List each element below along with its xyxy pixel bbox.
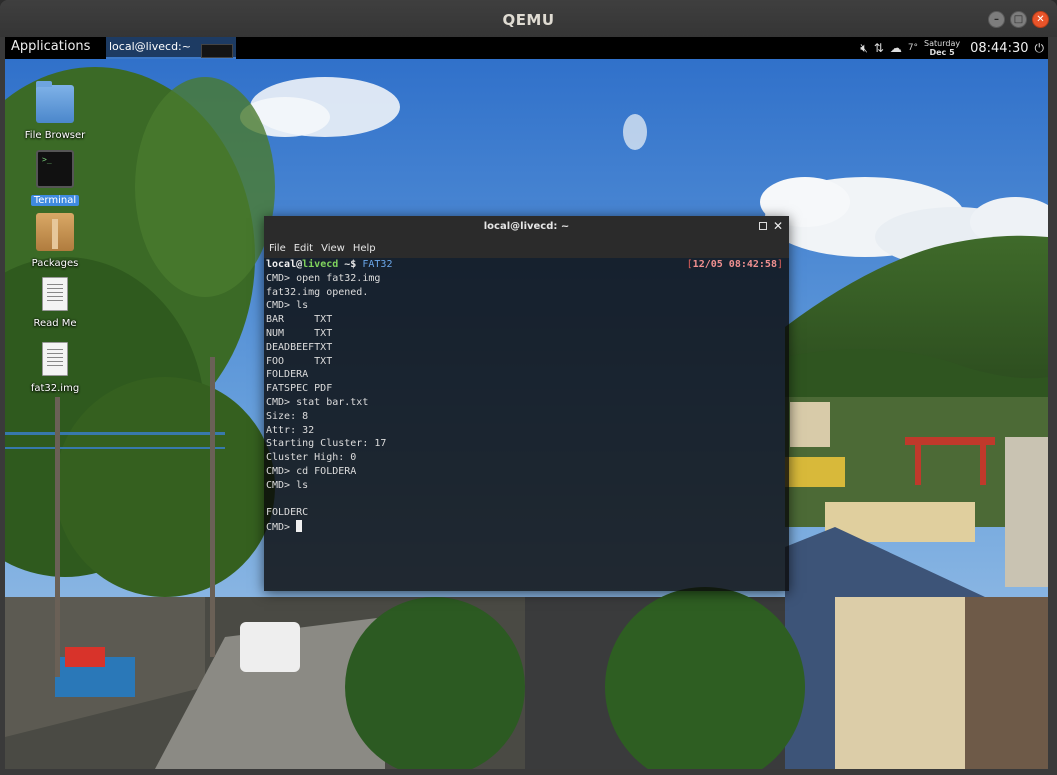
minimize-button[interactable]: – bbox=[988, 11, 1005, 28]
terminal-close-button[interactable]: ✕ bbox=[773, 219, 783, 233]
terminal-prompt-line: local@livecd ~$ FAT32 [12/05 08:42:58] bbox=[266, 258, 787, 272]
timestamp-close: ] bbox=[776, 259, 783, 270]
desktop-icon-label: Terminal bbox=[30, 195, 80, 206]
menu-edit[interactable]: Edit bbox=[294, 243, 313, 254]
terminal-output-line: Starting Cluster: 17 bbox=[266, 438, 387, 450]
terminal-menubar: File Edit View Help bbox=[264, 238, 789, 258]
timestamp-value: 12/05 08:42:58 bbox=[692, 259, 777, 270]
clock[interactable]: 08:44:30 bbox=[970, 41, 1028, 56]
terminal-title: local@livecd: ~ bbox=[483, 221, 570, 232]
desktop-icon-label: File Browser bbox=[24, 130, 86, 141]
desktop-icon-label: Packages bbox=[31, 258, 79, 269]
qemu-titlebar[interactable]: QEMU – □ ✕ bbox=[0, 0, 1057, 37]
network-icon[interactable]: ⇅ bbox=[874, 41, 884, 55]
taskbar-terminal-button[interactable]: local@livecd:~ bbox=[106, 37, 236, 59]
date-month-day: Dec 5 bbox=[929, 48, 955, 57]
terminal-output-line: Size: 8 bbox=[266, 410, 309, 422]
terminal-output-line: CMD> ls bbox=[266, 300, 309, 312]
terminal-titlebar[interactable]: local@livecd: ~ ✕ bbox=[264, 216, 789, 238]
menu-file[interactable]: File bbox=[269, 243, 286, 254]
terminal-maximize-button[interactable] bbox=[759, 222, 767, 230]
terminal-thumbnail-icon bbox=[201, 44, 233, 58]
terminal-output-line: FOLDERC bbox=[266, 507, 309, 519]
power-icon[interactable]: ⏻ bbox=[1035, 41, 1045, 56]
guest-screen[interactable]: Applications local@livecd:~ 🔇︎ ⇅ ☁ 7° Sa… bbox=[5, 37, 1048, 769]
system-tray: 🔇︎ ⇅ ☁ 7° Saturday Dec 5 08:44:30 ⏻ bbox=[860, 37, 1044, 59]
terminal-output-line: CMD> open fat32.img bbox=[266, 272, 381, 284]
terminal-output-line: CMD> stat bar.txt bbox=[266, 396, 369, 408]
terminal-output-line: NUM TXT bbox=[266, 327, 333, 339]
terminal-output-line: Cluster High: 0 bbox=[266, 452, 357, 464]
terminal-input-line[interactable]: CMD> bbox=[266, 520, 787, 534]
desktop-icon-label: Read Me bbox=[33, 318, 77, 329]
document-icon bbox=[42, 342, 68, 376]
date-display[interactable]: Saturday Dec 5 bbox=[924, 39, 960, 57]
date-day: Saturday bbox=[924, 39, 961, 48]
desktop-icon-terminal[interactable]: Terminal bbox=[15, 150, 95, 207]
terminal-window[interactable]: local@livecd: ~ ✕ File Edit View Help lo… bbox=[264, 216, 789, 591]
applications-menu[interactable]: Applications bbox=[11, 39, 90, 54]
mute-icon[interactable]: 🔇︎ bbox=[860, 41, 868, 56]
temperature: 7° bbox=[907, 43, 919, 53]
terminal-output-line: Attr: 32 bbox=[266, 424, 315, 436]
terminal-output-line: CMD> cd FOLDERA bbox=[266, 465, 357, 477]
taskbar-button-label: local@livecd:~ bbox=[109, 40, 191, 53]
weather-icon[interactable]: ☁ bbox=[890, 41, 902, 55]
prompt-path: ~$ bbox=[338, 259, 363, 270]
terminal-output-line: BAR TXT bbox=[266, 314, 333, 326]
desktop-icon-read-me[interactable]: Read Me bbox=[15, 277, 95, 330]
terminal-output-line: fat32.img opened. bbox=[266, 286, 369, 298]
maximize-button[interactable]: □ bbox=[1010, 11, 1027, 28]
menu-help[interactable]: Help bbox=[353, 243, 376, 254]
folder-icon bbox=[36, 81, 74, 123]
qemu-title: QEMU bbox=[502, 11, 555, 29]
close-button[interactable]: ✕ bbox=[1032, 11, 1049, 28]
prompt-user: local bbox=[266, 259, 297, 270]
terminal-output-line: FATSPEC PDF bbox=[266, 383, 333, 395]
terminal-output-line: FOO TXT bbox=[266, 355, 333, 367]
desktop-icon-label: fat32.img bbox=[30, 383, 80, 394]
terminal-output-line: FOLDERA bbox=[266, 369, 309, 381]
terminal-output[interactable]: local@livecd ~$ FAT32 [12/05 08:42:58] CM… bbox=[266, 258, 787, 589]
prompt-command: FAT32 bbox=[362, 259, 393, 270]
terminal-output-line: CMD> ls bbox=[266, 479, 309, 491]
desktop-icon-fat32-img[interactable]: fat32.img bbox=[15, 342, 95, 395]
prompt-host: livecd bbox=[302, 259, 339, 270]
qemu-window: QEMU – □ ✕ Applications local@livecd:~ 🔇… bbox=[0, 0, 1057, 775]
desktop-icon-file-browser[interactable]: File Browser bbox=[15, 81, 95, 142]
document-icon bbox=[42, 277, 68, 311]
package-icon bbox=[36, 213, 74, 251]
top-panel: Applications local@livecd:~ 🔇︎ ⇅ ☁ 7° Sa… bbox=[5, 37, 1048, 59]
terminal-output-line: DEADBEEFTXT bbox=[266, 341, 333, 353]
terminal-icon bbox=[36, 150, 74, 188]
desktop-icon-packages[interactable]: Packages bbox=[15, 213, 95, 270]
prompt-timestamp: [12/05 08:42:58] bbox=[687, 258, 783, 272]
text-cursor bbox=[296, 520, 303, 533]
menu-view[interactable]: View bbox=[321, 243, 345, 254]
cmd-prompt: CMD> bbox=[266, 522, 297, 534]
